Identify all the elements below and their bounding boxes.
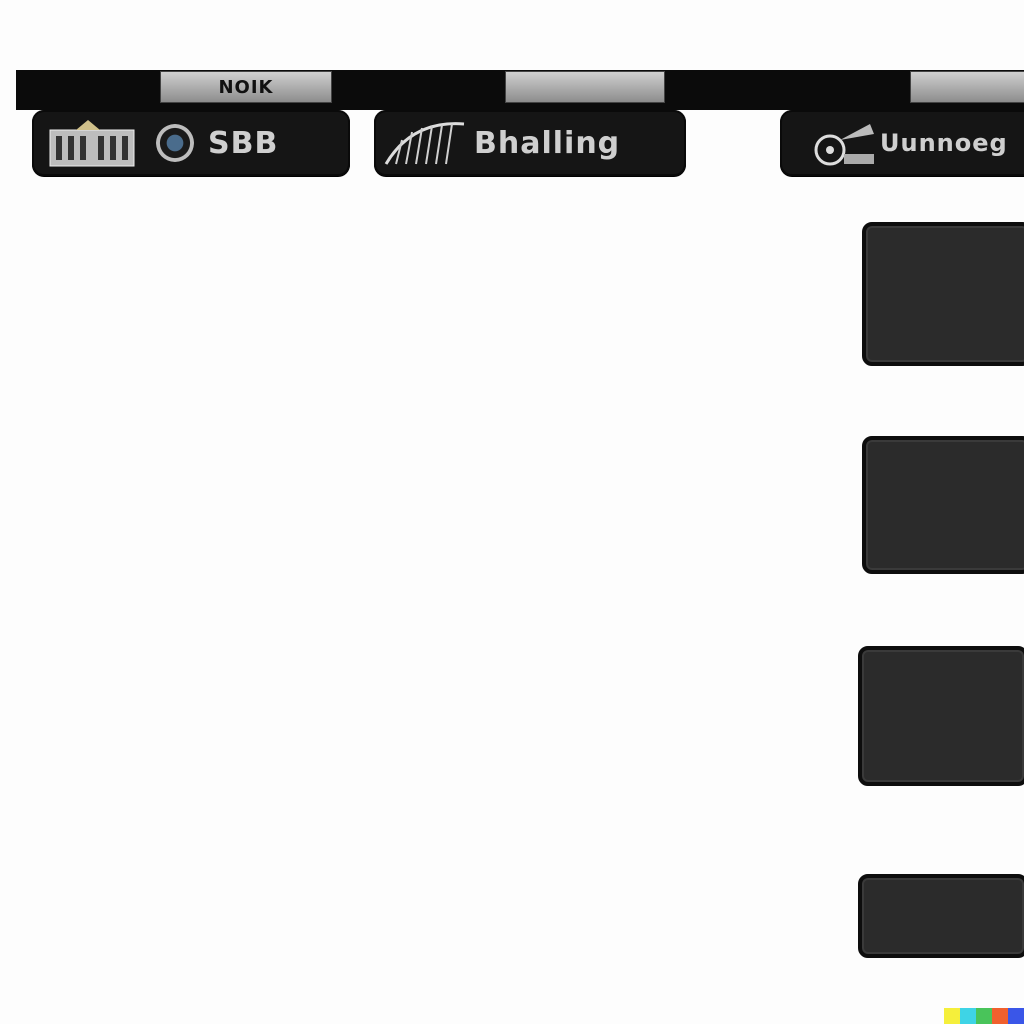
side-button-4[interactable] (858, 874, 1024, 958)
toolbar-label-3: Uunnoeg (880, 124, 1024, 162)
side-button-1[interactable] (862, 222, 1024, 366)
harp-icon (380, 118, 470, 168)
toolbar-panel-3[interactable]: Uunnoeg (780, 110, 1024, 176)
side-button-3[interactable] (858, 646, 1024, 786)
building-icon (44, 118, 140, 168)
toolbar-panel-1[interactable]: SBB (32, 110, 350, 176)
toolbar-label-2: Bhalling (474, 124, 680, 162)
title-text: NOIK (218, 76, 274, 98)
toolbar-label-1: SBB (208, 124, 348, 162)
color-swatch-5 (1008, 1008, 1024, 1024)
toolbar-panel-2[interactable]: Bhalling (374, 110, 686, 176)
color-swatch-3 (976, 1008, 992, 1024)
color-swatch-1 (944, 1008, 960, 1024)
center-chip[interactable] (505, 71, 665, 103)
color-swatch-2 (960, 1008, 976, 1024)
color-swatch-4 (992, 1008, 1008, 1024)
side-button-2[interactable] (862, 436, 1024, 574)
right-chip[interactable] (910, 71, 1024, 103)
camera-icon (156, 124, 194, 162)
color-strip (944, 1008, 1024, 1024)
gramophone-icon (802, 118, 880, 168)
title-chip[interactable]: NOIK (160, 71, 332, 103)
